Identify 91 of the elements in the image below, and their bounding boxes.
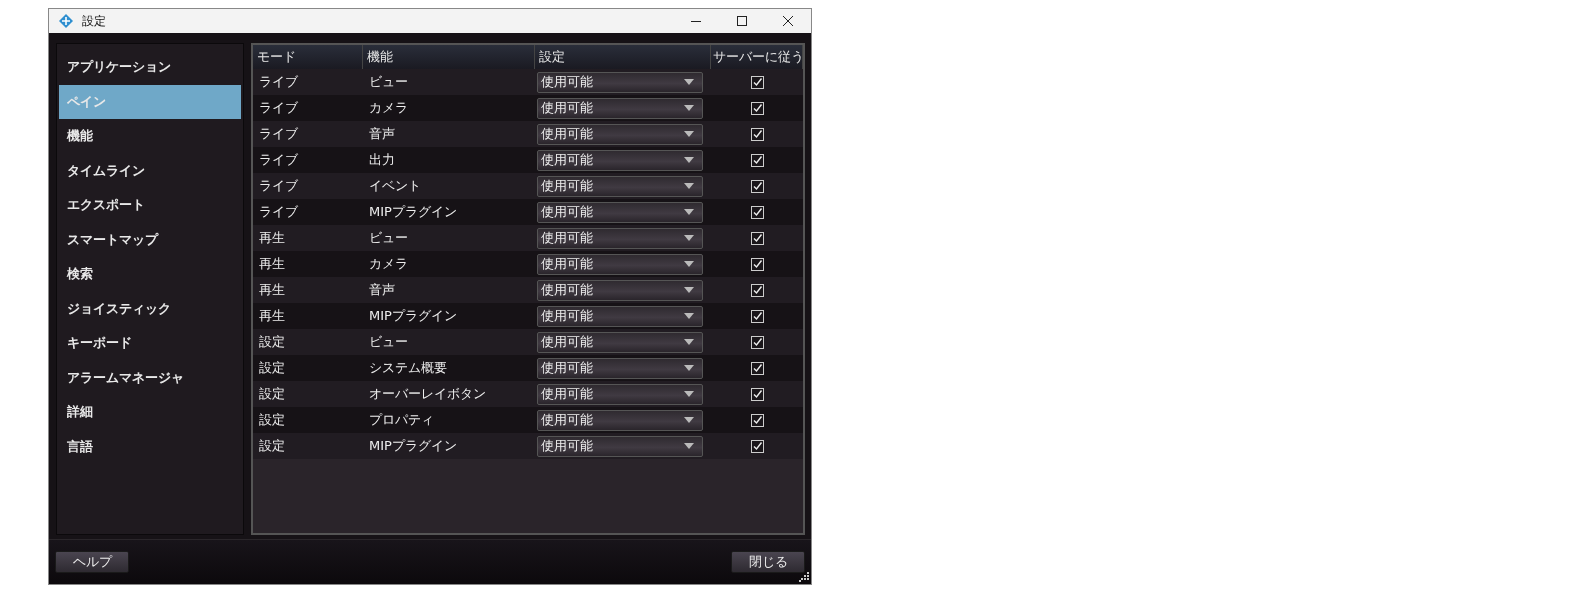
caret-icon bbox=[684, 365, 694, 371]
table-cell: ライブ bbox=[259, 125, 298, 143]
checkbox[interactable] bbox=[750, 413, 764, 427]
setting-dropdown[interactable]: 使用可能 bbox=[537, 253, 703, 275]
table-cell: カメラ bbox=[369, 99, 408, 117]
checkbox[interactable] bbox=[750, 75, 764, 89]
sidebar-item[interactable]: 詳細 bbox=[59, 395, 241, 430]
close-button[interactable]: 閉じる bbox=[731, 551, 805, 573]
table-cell: 再生 bbox=[259, 281, 285, 299]
setting-dropdown[interactable]: 使用可能 bbox=[537, 201, 703, 223]
table-cell: ビュー bbox=[369, 333, 408, 351]
table-cell: システム概要 bbox=[369, 359, 447, 377]
caret-icon bbox=[684, 235, 694, 241]
caret-icon bbox=[684, 417, 694, 423]
setting-dropdown[interactable]: 使用可能 bbox=[537, 331, 703, 353]
app-icon bbox=[58, 13, 74, 29]
table-cell: 設定 bbox=[259, 359, 285, 377]
table-cell: オーバーレイボタン bbox=[369, 385, 486, 403]
setting-dropdown[interactable]: 使用可能 bbox=[537, 305, 703, 327]
table-cell: ライブ bbox=[259, 73, 298, 91]
caret-icon bbox=[684, 131, 694, 137]
sidebar-item[interactable]: アラームマネージャ bbox=[59, 360, 241, 395]
table-cell: ライブ bbox=[259, 151, 298, 169]
table-cell: MIPプラグイン bbox=[369, 203, 457, 221]
caret-icon bbox=[684, 183, 694, 189]
checkbox[interactable] bbox=[750, 283, 764, 297]
sidebar-item[interactable]: スマートマップ bbox=[59, 222, 241, 257]
sidebar-item[interactable]: エクスポート bbox=[59, 188, 241, 223]
checkbox[interactable] bbox=[750, 231, 764, 245]
caret-icon bbox=[684, 261, 694, 267]
table-cell: イベント bbox=[369, 177, 421, 195]
setting-dropdown[interactable]: 使用可能 bbox=[537, 175, 703, 197]
window-title: 設定 bbox=[82, 12, 107, 30]
setting-dropdown[interactable]: 使用可能 bbox=[537, 279, 703, 301]
table-cell: 設定 bbox=[259, 333, 285, 351]
checkbox[interactable] bbox=[750, 361, 764, 375]
caret-icon bbox=[684, 443, 694, 449]
setting-dropdown[interactable]: 使用可能 bbox=[537, 357, 703, 379]
table-cell: MIPプラグイン bbox=[369, 307, 457, 325]
setting-dropdown[interactable]: 使用可能 bbox=[537, 149, 703, 171]
sidebar-item[interactable]: キーボード bbox=[59, 326, 241, 361]
caret-icon bbox=[684, 287, 694, 293]
checkbox[interactable] bbox=[750, 309, 764, 323]
checkbox[interactable] bbox=[750, 257, 764, 271]
sidebar-item[interactable]: アプリケーション bbox=[59, 50, 241, 85]
checkbox[interactable] bbox=[750, 101, 764, 115]
caret-icon bbox=[684, 105, 694, 111]
checkbox[interactable] bbox=[750, 179, 764, 193]
table-cell: 再生 bbox=[259, 229, 285, 247]
sidebar-item[interactable]: 検索 bbox=[59, 257, 241, 292]
caret-icon bbox=[684, 339, 694, 345]
table-cell: ビュー bbox=[369, 229, 408, 247]
caret-icon bbox=[684, 391, 694, 397]
table-cell: ライブ bbox=[259, 99, 298, 117]
sidebar-item[interactable]: ジョイスティック bbox=[59, 291, 241, 326]
table-cell: 設定 bbox=[259, 385, 285, 403]
setting-dropdown[interactable]: 使用可能 bbox=[537, 383, 703, 405]
checkbox[interactable] bbox=[750, 387, 764, 401]
table-cell: 再生 bbox=[259, 255, 285, 273]
checkbox[interactable] bbox=[750, 335, 764, 349]
table-cell: ビュー bbox=[369, 73, 408, 91]
checkbox[interactable] bbox=[750, 127, 764, 141]
sidebar-item[interactable]: 言語 bbox=[59, 429, 241, 464]
table-cell: ライブ bbox=[259, 177, 298, 195]
setting-dropdown[interactable]: 使用可能 bbox=[537, 409, 703, 431]
setting-dropdown[interactable]: 使用可能 bbox=[537, 97, 703, 119]
table-cell: 出力 bbox=[369, 151, 395, 169]
checkbox[interactable] bbox=[750, 205, 764, 219]
table-cell: プロパティ bbox=[369, 411, 434, 429]
sidebar-item[interactable]: タイムライン bbox=[59, 153, 241, 188]
table-cell: 音声 bbox=[369, 281, 395, 299]
caret-icon bbox=[684, 209, 694, 215]
caret-icon bbox=[684, 313, 694, 319]
table-cell: MIPプラグイン bbox=[369, 437, 457, 455]
caret-icon bbox=[684, 157, 694, 163]
setting-dropdown[interactable]: 使用可能 bbox=[537, 71, 703, 93]
table-cell: ライブ bbox=[259, 203, 298, 221]
table-cell: 再生 bbox=[259, 307, 285, 325]
help-button[interactable]: ヘルプ bbox=[55, 551, 129, 573]
table-cell: カメラ bbox=[369, 255, 408, 273]
table-cell: 設定 bbox=[259, 437, 285, 455]
table-cell: 音声 bbox=[369, 125, 395, 143]
setting-dropdown[interactable]: 使用可能 bbox=[537, 435, 703, 457]
setting-dropdown[interactable]: 使用可能 bbox=[537, 227, 703, 249]
caret-icon bbox=[684, 79, 694, 85]
sidebar-item[interactable]: 機能 bbox=[59, 119, 241, 154]
checkbox[interactable] bbox=[750, 439, 764, 453]
table-cell: 設定 bbox=[259, 411, 285, 429]
setting-dropdown[interactable]: 使用可能 bbox=[537, 123, 703, 145]
checkbox[interactable] bbox=[750, 153, 764, 167]
resize-grip-icon[interactable] bbox=[799, 572, 809, 582]
